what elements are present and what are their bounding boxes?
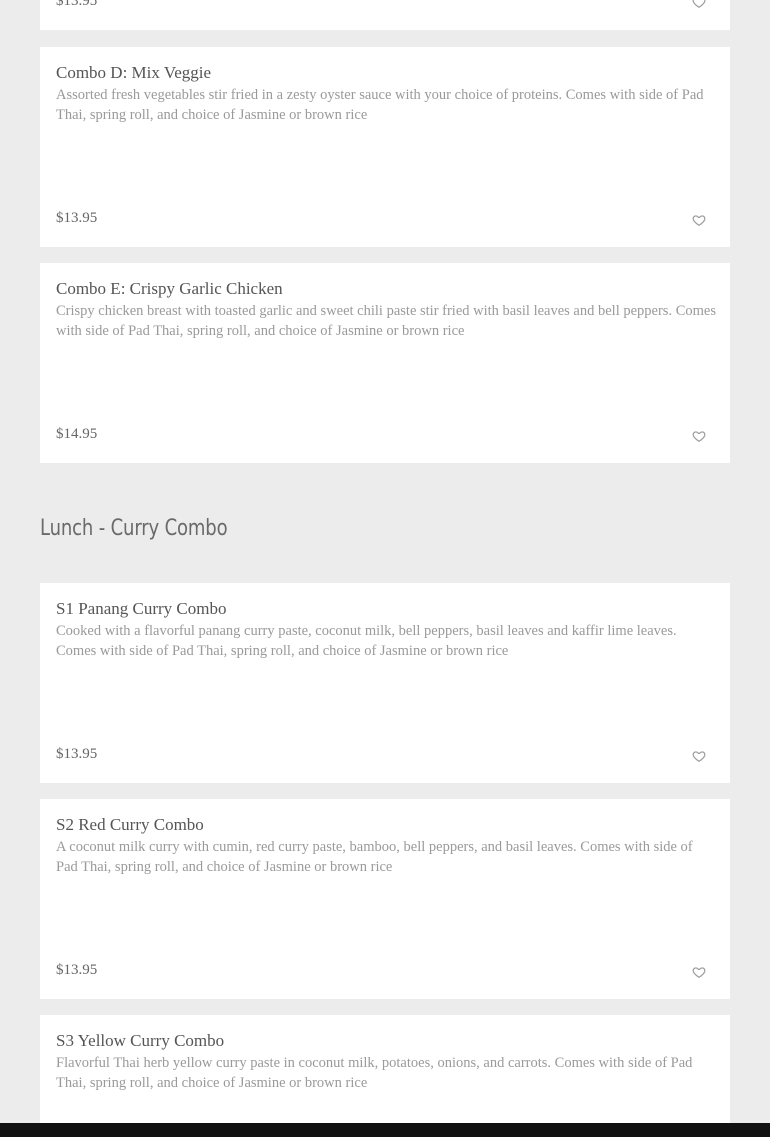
heart-icon[interactable]	[692, 429, 706, 443]
menu-item-name: S1 Panang Curry Combo	[56, 599, 227, 618]
section-title: Lunch - Curry Combo	[40, 516, 228, 541]
menu-item-card[interactable]: Combo E: Crispy Garlic Chicken Crispy ch…	[40, 263, 730, 463]
menu-item-card[interactable]: S3 Yellow Curry Combo Flavorful Thai her…	[40, 1015, 730, 1123]
menu-item-card[interactable]: S1 Panang Curry Combo Cooked with a flav…	[40, 583, 730, 783]
menu-item-description: Cooked with a flavorful panang curry pas…	[56, 623, 677, 659]
menu-item-price: $14.95	[56, 426, 98, 442]
menu-item-name: S2 Red Curry Combo	[56, 815, 204, 834]
menu-item-description: Crispy chicken breast with toasted garli…	[56, 303, 716, 339]
menu-item-price: $13.95	[56, 746, 98, 762]
menu-item-description: A coconut milk curry with cumin, red cur…	[56, 839, 693, 875]
bottom-bar	[0, 1123, 770, 1137]
menu-item-name: Combo E: Crispy Garlic Chicken	[56, 279, 283, 298]
heart-icon[interactable]	[692, 749, 706, 763]
menu-item-price: $13.95	[56, 0, 98, 9]
heart-icon[interactable]	[692, 213, 706, 227]
menu-item-name: S3 Yellow Curry Combo	[56, 1031, 225, 1050]
menu-item-price: $13.95	[56, 210, 98, 226]
heart-icon[interactable]	[692, 965, 706, 979]
menu-item-card[interactable]: S2 Red Curry Combo A coconut milk curry …	[40, 799, 730, 999]
menu-item-card[interactable]: $13.95	[40, 0, 730, 30]
menu-item-price: $13.95	[56, 962, 98, 978]
menu-item-description: Assorted fresh vegetables stir fried in …	[56, 87, 704, 123]
menu-item-name: Combo D: Mix Veggie	[56, 63, 212, 82]
heart-icon[interactable]	[692, 0, 706, 9]
menu-item-card[interactable]: Combo D: Mix Veggie Assorted fresh veget…	[40, 47, 730, 247]
menu-item-description: Flavorful Thai herb yellow curry paste i…	[56, 1055, 693, 1091]
